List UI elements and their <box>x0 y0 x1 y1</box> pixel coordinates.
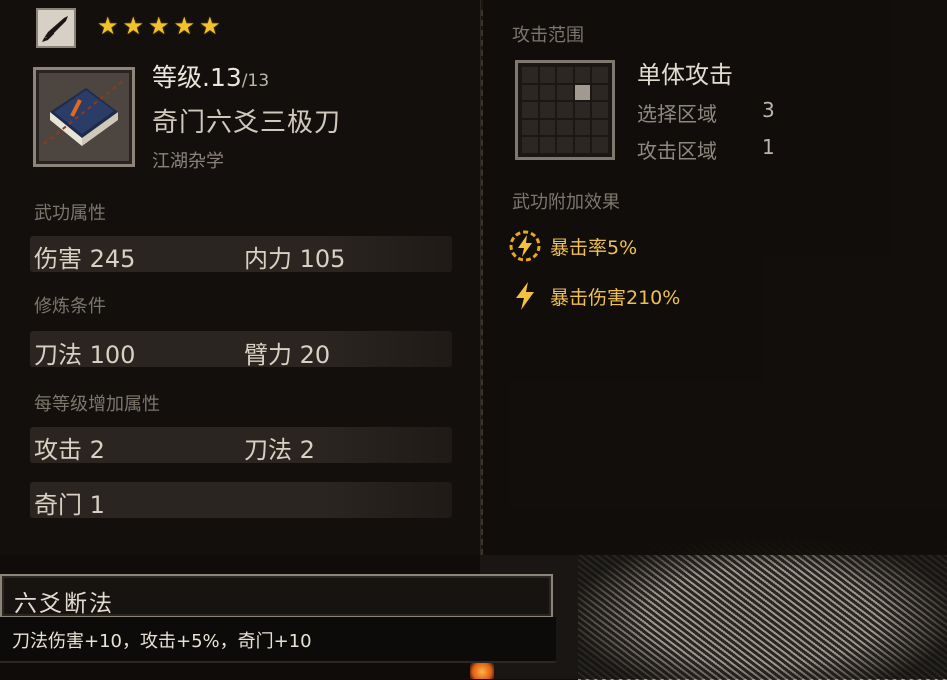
per-level-blade: 刀法 2 <box>244 436 315 464</box>
stat-internal-power: 内力 105 <box>244 245 346 273</box>
attack-area-value: 1 <box>762 135 775 159</box>
attack-area-label: 攻击区域 <box>637 139 717 163</box>
range-label: 攻击范围 <box>512 25 584 46</box>
effect-text: 暴击伤害210% <box>550 286 681 309</box>
range-cell <box>522 67 538 83</box>
range-cell <box>592 67 608 83</box>
range-cell <box>522 119 538 136</box>
range-title: 单体攻击 <box>637 61 733 89</box>
effect-text: 暴击率5% <box>550 236 638 259</box>
range-cell <box>592 137 608 153</box>
select-area-label: 选择区域 <box>637 102 717 126</box>
per-level-label: 每等级增加属性 <box>34 394 160 415</box>
range-cell-target <box>574 84 591 101</box>
lightning-circle-icon <box>508 229 542 263</box>
star-rating: ★ ★ ★ ★ ★ <box>97 13 221 39</box>
req-blade: 刀法 100 <box>34 341 136 369</box>
per-level-attack: 攻击 2 <box>34 436 105 464</box>
book-icon <box>33 67 135 167</box>
range-cell <box>557 67 573 83</box>
star-icon: ★ <box>97 12 119 40</box>
skill-info-column: ★ ★ ★ ★ ★ 等级.13/13 奇门六爻三极刀 江湖杂学 武功属性 伤害 245 … <box>0 0 481 555</box>
range-cell <box>574 137 591 153</box>
range-cell <box>557 84 573 101</box>
range-cell <box>522 137 538 153</box>
star-icon: ★ <box>122 12 145 40</box>
skill-detail-panel: ★ ★ ★ ★ ★ 等级.13/13 奇门六爻三极刀 江湖杂学 武功属性 伤害 245 … <box>0 0 947 560</box>
effects-label: 武功附加效果 <box>512 192 620 213</box>
range-cell <box>539 102 556 118</box>
range-cell <box>592 84 608 101</box>
range-cell <box>557 102 573 118</box>
range-cell <box>522 84 538 101</box>
req-arm-strength: 臂力 20 <box>244 341 331 369</box>
stat-damage: 伤害 245 <box>34 245 136 273</box>
range-cell <box>539 67 556 83</box>
tooltip-body: 刀法伤害+10，攻击+5%，奇门+10 <box>0 617 556 663</box>
effect-crit-damage: 暴击伤害210% <box>508 279 680 313</box>
star-icon: ★ <box>148 12 170 40</box>
blade-icon <box>36 8 76 48</box>
star-icon: ★ <box>199 12 221 40</box>
range-cell <box>539 119 556 136</box>
range-cell <box>539 84 556 101</box>
skill-category: 江湖杂学 <box>152 151 224 172</box>
requirements-label: 修炼条件 <box>34 296 106 317</box>
effect-crit-rate: 暴击率5% <box>508 229 637 263</box>
select-area-value: 3 <box>762 98 775 122</box>
lightning-icon <box>508 279 542 313</box>
tooltip-description: 刀法伤害+10，攻击+5%，奇门+10 <box>12 631 312 652</box>
skill-level: 等级.13/13 <box>152 63 270 92</box>
range-cell <box>539 137 556 153</box>
star-icon: ★ <box>173 12 196 40</box>
range-cell <box>574 67 591 83</box>
attributes-label: 武功属性 <box>34 203 106 224</box>
range-cell <box>557 137 573 153</box>
range-cell <box>557 119 573 136</box>
range-cell <box>574 102 591 118</box>
range-cell <box>592 102 608 118</box>
tooltip-title: 六爻断法 <box>14 591 114 617</box>
range-cell <box>574 119 591 136</box>
per-level-qimen: 奇门 1 <box>34 491 105 519</box>
range-grid <box>515 60 615 160</box>
range-cell <box>592 119 608 136</box>
tooltip-header: 六爻断法 <box>0 574 553 618</box>
range-cell <box>522 102 538 118</box>
background-shade <box>578 540 947 679</box>
skill-name: 奇门六爻三极刀 <box>152 108 342 138</box>
